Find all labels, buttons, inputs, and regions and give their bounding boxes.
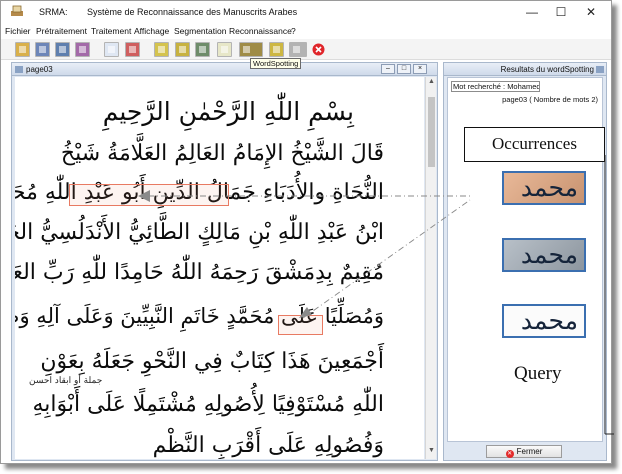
occurrence-word: محمد xyxy=(520,240,578,269)
occurrence-word: محمد xyxy=(520,173,578,202)
menu-bar: Fichier Prétraitement Traitement Afficha… xyxy=(1,23,611,39)
close-window-button[interactable]: ✕ xyxy=(577,3,605,21)
layout-icon[interactable] xyxy=(154,42,169,57)
occurrence-highlight xyxy=(69,184,229,206)
query-annotation: Query xyxy=(514,363,562,384)
results-title: Resultats du wordSpotting xyxy=(500,65,594,74)
scroll-thumb[interactable] xyxy=(428,97,435,167)
manuscript-line: اللّٰهِ مُسْتَوْفِيًا لِأُصُولِهِ مُشْتَ… xyxy=(32,392,385,417)
result-page-info: page03 ( Nombre de mots 2) xyxy=(502,95,598,104)
panel-close-button[interactable]: × xyxy=(413,64,427,74)
results-panel-icon xyxy=(596,66,604,73)
wordspotting-tooltip: WordSpotting xyxy=(250,58,302,69)
toolbar xyxy=(1,39,611,60)
query-highlight xyxy=(278,315,323,335)
fermer-button[interactable]: ✕ Fermer xyxy=(486,445,562,458)
query-image[interactable]: محمد xyxy=(502,304,586,338)
stop-icon[interactable] xyxy=(312,43,325,56)
scroll-up-icon[interactable]: ▲ xyxy=(427,78,436,85)
page-text-icon[interactable] xyxy=(217,42,232,57)
fermer-label: Fermer xyxy=(516,447,543,456)
document-stack-icon[interactable] xyxy=(55,42,70,57)
panel-minimize-button[interactable]: – xyxy=(381,64,395,74)
manuscript-line: ابْنُ عَبْدِ اللّٰهِ بْنِ مَالِكٍ الطَّا… xyxy=(15,220,384,245)
document-icon xyxy=(15,66,23,73)
margin-note: جملة أو ابقاد احسن xyxy=(29,376,103,386)
save-icon[interactable] xyxy=(35,42,50,57)
menu-segmentation[interactable]: Segmentation xyxy=(174,26,226,36)
segment-icon[interactable] xyxy=(175,42,190,57)
occurrence-image[interactable]: محمد xyxy=(502,238,586,272)
query-word: محمد xyxy=(520,306,578,335)
app-short-name: SRMA: xyxy=(39,7,68,17)
scroll-down-icon[interactable]: ▼ xyxy=(427,447,436,454)
help-icon[interactable] xyxy=(269,42,284,57)
open-folder-icon[interactable] xyxy=(15,42,30,57)
print-icon[interactable] xyxy=(75,42,90,57)
app-icon xyxy=(11,5,23,16)
menu-pretraitement[interactable]: Prétraitement xyxy=(36,26,87,36)
blank-icon[interactable] xyxy=(289,42,307,57)
menu-reconnaissance[interactable]: Reconnaissance xyxy=(229,26,292,36)
image-page-icon[interactable] xyxy=(125,42,140,57)
query-field[interactable]: Mot recherché : Mohamed xyxy=(451,81,540,92)
menu-help[interactable]: ? xyxy=(291,26,296,36)
menu-affichage[interactable]: Affichage xyxy=(134,26,169,36)
window-title: Système de Reconnaissance des Manuscrits… xyxy=(87,7,298,17)
manuscript-line: بِسْمِ اللّٰهِ الرَّحْمٰنِ الرَّحِيمِ xyxy=(102,97,354,126)
occurrence-image[interactable]: محمد xyxy=(502,171,586,205)
manuscript-line: قَالَ الشَّيْخُ الإِمَامُ العَالِمُ العَ… xyxy=(60,141,384,166)
app-window: SRMA: Système de Reconnaissance des Manu… xyxy=(0,0,612,464)
maximize-button[interactable]: ☐ xyxy=(547,3,575,21)
manuscript-line: وَمُصَلِّيًا عَلَى مُحَمَّدٍ خَاتَمِ الن… xyxy=(15,304,384,328)
manuscript-line: وَفُصُولِهِ عَلَى أَقْرَبِ النَّظْمِ xyxy=(152,433,384,458)
minimize-button[interactable]: — xyxy=(518,3,546,21)
manuscript-line: أَجْمَعِينَ هَذَا كِتَابٌ فِي النَّحْوِ … xyxy=(40,349,384,374)
menu-fichier[interactable]: Fichier xyxy=(5,26,31,36)
occurrences-callout: Occurrences xyxy=(464,127,605,162)
book-icon[interactable] xyxy=(239,42,263,57)
panel-restore-button[interactable]: □ xyxy=(397,64,411,74)
menu-traitement[interactable]: Traitement xyxy=(91,26,131,36)
picture-icon[interactable] xyxy=(195,42,210,57)
document-panel: page03 – □ × بِسْمِ اللّٰهِ الرَّحْمٰنِ … xyxy=(11,62,438,461)
manuscript-view[interactable]: بِسْمِ اللّٰهِ الرَّحْمٰنِ الرَّحِيمِ قَ… xyxy=(15,77,424,459)
page-icon[interactable] xyxy=(104,42,119,57)
document-title: page03 xyxy=(26,65,53,74)
document-scrollbar[interactable]: ▲ ▼ xyxy=(425,77,436,459)
title-bar: SRMA: Système de Reconnaissance des Manu… xyxy=(1,1,611,23)
document-panel-header: page03 – □ × xyxy=(12,63,437,76)
results-panel-header: Resultats du wordSpotting xyxy=(444,63,606,76)
manuscript-line: مُقِيمٌ بِدِمَشْقَ رَحِمَهُ اللّٰهُ حَام… xyxy=(15,260,384,285)
close-icon: ✕ xyxy=(505,450,514,458)
